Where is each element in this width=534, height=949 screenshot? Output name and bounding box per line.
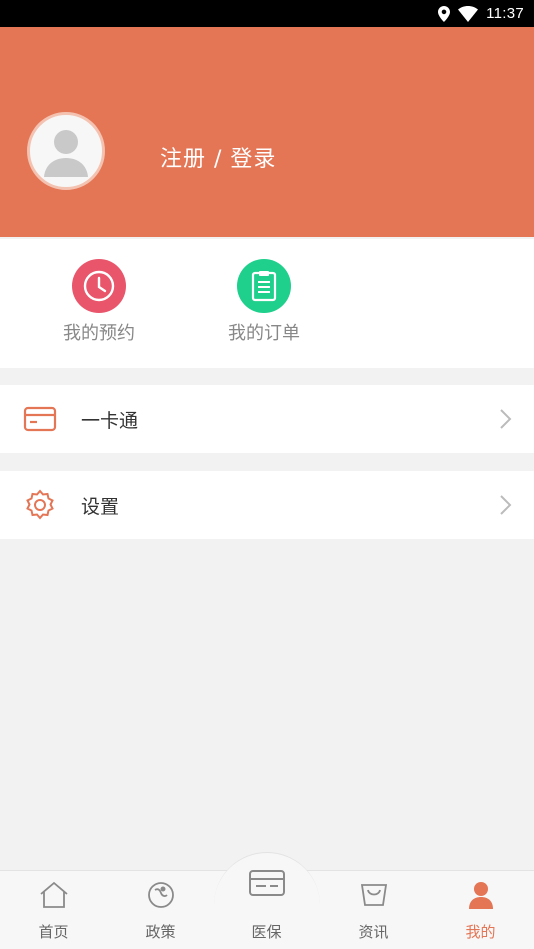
chevron-right-icon (500, 409, 512, 429)
policy-icon (145, 880, 177, 910)
my-appointments-button[interactable]: 我的预约 (19, 259, 179, 359)
shortcuts-panel: 我的预约 我的订单 (0, 239, 534, 368)
home-icon (38, 880, 70, 910)
gear-icon (22, 488, 58, 522)
insurance-card-icon (247, 868, 287, 898)
profile-header: 注册 / 登录 (0, 27, 534, 237)
shortcut-label: 我的订单 (228, 323, 300, 344)
wifi-icon (458, 5, 479, 22)
tab-home[interactable]: 首页 (0, 870, 107, 949)
menu-item-label: 一卡通 (81, 410, 139, 432)
news-bag-icon (358, 880, 390, 910)
tab-mine[interactable]: 我的 (427, 870, 534, 949)
shortcut-label: 我的预约 (63, 323, 135, 344)
status-icons: 11:37 (438, 0, 524, 27)
tab-label: 资讯 (358, 923, 389, 941)
tab-label: 医保 (251, 923, 282, 941)
tab-label: 我的 (465, 923, 496, 941)
tab-news[interactable]: 资讯 (320, 870, 427, 949)
clipboard-icon (237, 259, 291, 313)
menu-item-card[interactable]: 一卡通 (0, 385, 534, 453)
login-register-link[interactable]: 注册 / 登录 (160, 141, 276, 173)
card-icon (22, 402, 58, 436)
tab-policy[interactable]: 政策 (107, 870, 214, 949)
location-icon (438, 5, 451, 22)
clock-icon (72, 259, 126, 313)
status-time: 11:37 (486, 5, 524, 22)
tab-insurance[interactable]: 医保 (213, 870, 320, 949)
status-bar: 11:37 (0, 0, 534, 27)
menu-item-label: 设置 (81, 496, 120, 518)
my-orders-button[interactable]: 我的订单 (184, 259, 344, 359)
default-avatar-icon[interactable] (27, 112, 105, 190)
menu-item-settings[interactable]: 设置 (0, 471, 534, 539)
user-icon (465, 880, 497, 910)
tab-label: 政策 (145, 923, 176, 941)
chevron-right-icon (500, 495, 512, 515)
tab-label: 首页 (38, 923, 69, 941)
